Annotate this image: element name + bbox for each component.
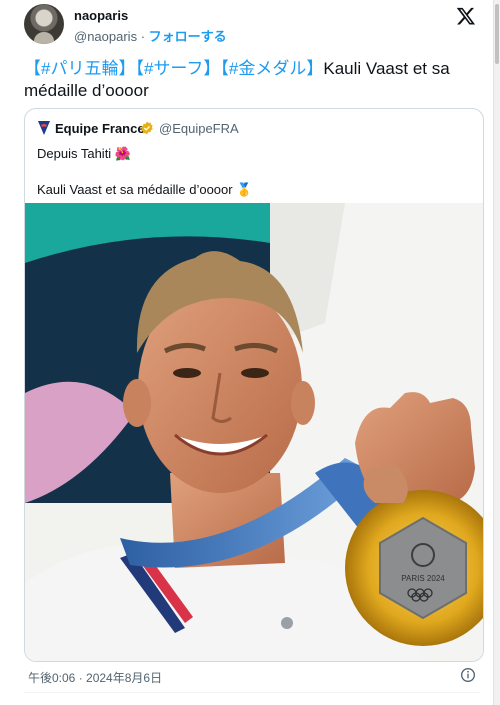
hashtag-surf[interactable]: 【#サーフ】 [135,59,220,78]
scrollbar-thumb[interactable] [495,4,499,64]
x-logo-icon[interactable] [456,6,476,26]
author-avatar[interactable] [24,4,64,44]
quoted-tweet-card[interactable]: Equipe France @EquipeFRA Depuis Tahiti 🌺… [24,108,484,662]
tweet-text: 【#パリ五輪】【#サーフ】【#金メダル】Kauli Vaast et sa mé… [24,58,478,102]
hashtag-paris-olympics[interactable]: 【#パリ五輪】 [24,59,135,78]
divider [24,692,480,693]
team-logo-icon [38,121,50,135]
quoted-author-handle[interactable]: @EquipeFRA [159,121,239,136]
tweet-frame: naoparis @naoparis · フォローする 【#パリ五輪】【#サーフ… [8,0,496,705]
author-handle-row: @naoparis · フォローする [74,26,227,45]
info-icon[interactable] [460,667,476,683]
handle-separator: · [137,29,149,44]
quoted-tweet-text: Depuis Tahiti 🌺 Kauli Vaast et sa médail… [37,146,253,197]
author-display-name[interactable]: naoparis [74,8,128,23]
follow-button[interactable]: フォローする [149,29,227,44]
tweet-timestamp[interactable]: 午後0:06 · 2024年8月6日 [28,669,162,686]
medal-inscription: PARIS 2024 [401,574,445,583]
quoted-author-name[interactable]: Equipe France [55,121,145,136]
hashtag-gold-medal[interactable]: 【#金メダル】 [220,59,323,78]
verified-badge-icon [141,121,153,135]
quoted-tweet-photo[interactable]: PARIS 2024 [25,203,483,661]
vertical-scrollbar[interactable] [493,0,500,705]
author-handle[interactable]: @naoparis [74,29,137,44]
tweet-header: naoparis @naoparis · フォローする [24,4,480,48]
